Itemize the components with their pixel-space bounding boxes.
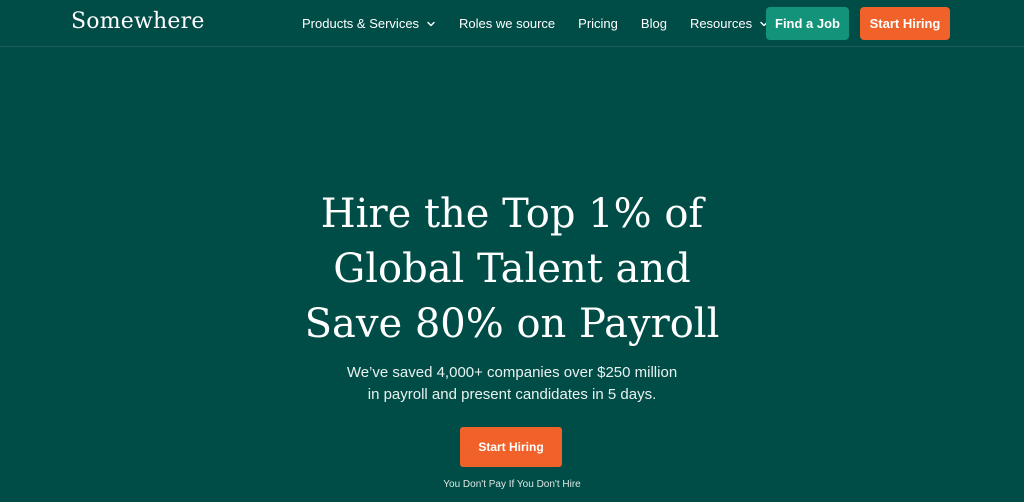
hero-headline-line: Hire the Top 1% of [320,191,704,237]
find-a-job-button[interactable]: Find a Job [766,7,849,40]
nav-item-label: Products & Services [302,16,420,31]
nav-item-products-services[interactable]: Products & Services [302,16,436,31]
hero-headline: Hire the Top 1% of Global Talent and Sav… [262,187,762,352]
logo[interactable]: Somewhere [71,9,205,34]
landing-page: Somewhere Products & Services Roles we s… [0,0,1024,502]
hero-subheadline: We’ve saved 4,000+ companies over $250 m… [262,362,762,406]
hero-subheadline-line: in payroll and present candidates in 5 d… [367,386,657,403]
nav-item-label: Resources [689,16,753,31]
hero-headline-line: Global Talent and [333,246,691,292]
nav-item-label: Pricing [578,16,618,31]
nav-item-pricing[interactable]: Pricing [578,16,618,31]
top-navbar: Somewhere Products & Services Roles we s… [0,0,1024,47]
hero-section: Hire the Top 1% of Global Talent and Sav… [0,48,1024,502]
nav-item-label: Roles we source [459,16,556,31]
nav-item-label: Blog [640,16,667,31]
start-hiring-hero-button[interactable]: Start Hiring [460,427,562,467]
no-hire-no-pay-note: You Don't Pay If You Don't Hire [443,479,581,490]
nav-item-blog[interactable]: Blog [641,16,667,31]
nav-item-resources[interactable]: Resources [690,16,769,31]
start-hiring-nav-button[interactable]: Start Hiring [860,7,950,40]
hero-subheadline-line: We’ve saved 4,000+ companies over $250 m… [346,364,678,381]
chevron-down-icon [427,21,435,26]
hero-headline-line: Save 80% on Payroll [304,301,720,347]
main-nav: Products & Services Roles we source Pric… [302,0,769,47]
nav-item-roles-we-source[interactable]: Roles we source [459,16,555,31]
